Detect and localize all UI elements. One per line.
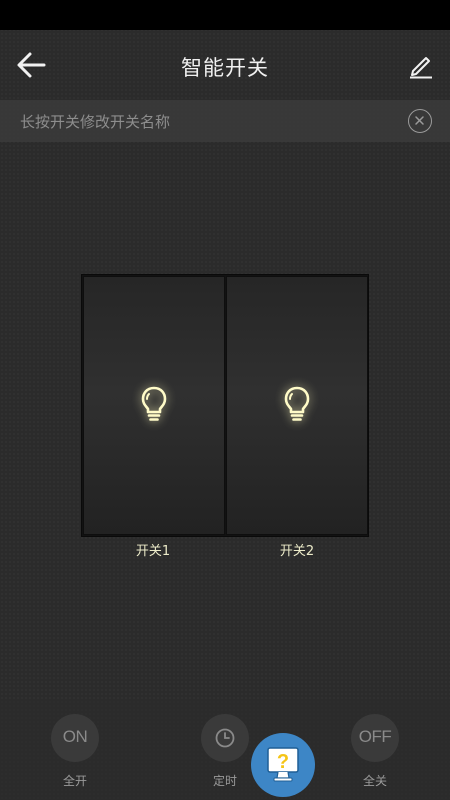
lightbulb-icon (141, 386, 167, 421)
question-mark-text: ? (277, 751, 289, 773)
all-off-button[interactable]: OFF 全关 (345, 714, 405, 794)
switch-key-1[interactable] (83, 276, 225, 535)
all-on-label: 全开 (62, 774, 87, 788)
off-icon-text: OFF (358, 727, 392, 746)
hint-text: 长按开关修改开关名称 (20, 113, 171, 131)
power-on-icon: ON (51, 714, 99, 762)
timer-button[interactable]: 定时 (195, 714, 255, 794)
close-hint-button[interactable] (408, 109, 432, 133)
lightbulb-icon (284, 386, 310, 421)
power-off-icon: OFF (351, 714, 399, 762)
on-icon-text: ON (62, 727, 88, 746)
timer-label: 定时 (212, 774, 237, 788)
switch-panel (81, 274, 369, 537)
page-title: 智能开关 (181, 56, 269, 80)
status-bar (0, 0, 450, 30)
pencil-icon (410, 57, 432, 79)
close-icon (415, 116, 424, 125)
question-monitor-icon: ? (267, 747, 299, 782)
timer-icon-circle (201, 714, 249, 762)
switch-label-1: 开关1 (135, 544, 171, 559)
clock-icon (215, 728, 235, 748)
switch-key-2[interactable] (226, 276, 368, 535)
all-off-label: 全关 (362, 774, 387, 788)
header: 智能开关 (0, 30, 450, 100)
help-button[interactable]: ? (251, 733, 315, 797)
hint-banner: 长按开关修改开关名称 (0, 100, 450, 142)
app-screen: 智能开关 长按开关修改开关名称 开关1 开关2 ON 全开 定时 OFF 全关 … (0, 0, 450, 800)
bottom-action-bar: ON 全开 定时 OFF 全关 (0, 700, 450, 800)
switch-label-2: 开关2 (279, 544, 315, 559)
edit-button[interactable] (406, 50, 436, 80)
all-on-button[interactable]: ON 全开 (45, 714, 105, 794)
